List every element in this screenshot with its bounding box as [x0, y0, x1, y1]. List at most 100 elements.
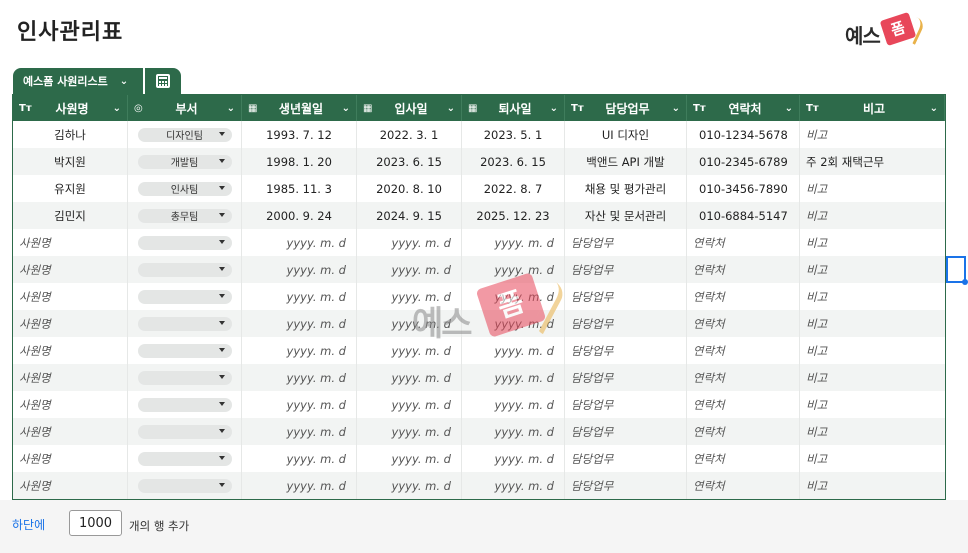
- column-header[interactable]: ▦ 입사일 ⌄: [357, 95, 462, 121]
- row-count-input[interactable]: [69, 510, 122, 536]
- employee-name-cell[interactable]: 사원명: [13, 391, 128, 418]
- leave-date-cell[interactable]: 2023. 5. 1: [462, 121, 565, 148]
- note-cell[interactable]: 비고: [800, 310, 945, 337]
- birthdate-cell[interactable]: 1993. 7. 12: [242, 121, 357, 148]
- department-select[interactable]: [137, 370, 232, 385]
- employee-name-cell[interactable]: 사원명: [13, 445, 128, 472]
- employee-name-cell[interactable]: 사원명: [13, 310, 128, 337]
- join-date-cell[interactable]: yyyy. m. d: [357, 229, 462, 256]
- leave-date-cell[interactable]: yyyy. m. d: [462, 391, 565, 418]
- column-header[interactable]: ▦ 퇴사일 ⌄: [462, 95, 565, 121]
- chevron-down-icon[interactable]: ⌄: [668, 103, 680, 114]
- birthdate-cell[interactable]: yyyy. m. d: [242, 229, 357, 256]
- employee-name-cell[interactable]: 사원명: [13, 364, 128, 391]
- selection-fill-handle[interactable]: [962, 279, 968, 285]
- task-cell[interactable]: 담당업무: [565, 445, 687, 472]
- note-cell[interactable]: 비고: [800, 418, 945, 445]
- department-select[interactable]: [137, 316, 232, 331]
- join-date-cell[interactable]: yyyy. m. d: [357, 364, 462, 391]
- note-cell[interactable]: 비고: [800, 202, 945, 229]
- join-date-cell[interactable]: 2020. 8. 10: [357, 175, 462, 202]
- phone-cell[interactable]: 010-2345-6789: [687, 148, 800, 175]
- department-cell[interactable]: [128, 364, 242, 391]
- department-select[interactable]: [137, 343, 232, 358]
- department-cell[interactable]: [128, 283, 242, 310]
- birthdate-cell[interactable]: 1985. 11. 3: [242, 175, 357, 202]
- join-date-cell[interactable]: yyyy. m. d: [357, 445, 462, 472]
- leave-date-cell[interactable]: yyyy. m. d: [462, 256, 565, 283]
- employee-name-cell[interactable]: 사원명: [13, 418, 128, 445]
- column-header[interactable]: Tт 담당업무 ⌄: [565, 95, 687, 121]
- phone-cell[interactable]: 연락처: [687, 445, 800, 472]
- birthdate-cell[interactable]: 2000. 9. 24: [242, 202, 357, 229]
- chevron-down-icon[interactable]: ⌄: [338, 103, 350, 114]
- department-select[interactable]: 디자인팀: [137, 127, 232, 142]
- note-cell[interactable]: 비고: [800, 364, 945, 391]
- leave-date-cell[interactable]: yyyy. m. d: [462, 310, 565, 337]
- phone-cell[interactable]: 연락처: [687, 472, 800, 499]
- department-cell[interactable]: 인사팀: [128, 175, 242, 202]
- department-cell[interactable]: [128, 418, 242, 445]
- note-cell[interactable]: 비고: [800, 121, 945, 148]
- add-rows-link[interactable]: 하단에: [12, 516, 45, 533]
- birthdate-cell[interactable]: yyyy. m. d: [242, 472, 357, 499]
- join-date-cell[interactable]: 2023. 6. 15: [357, 148, 462, 175]
- leave-date-cell[interactable]: yyyy. m. d: [462, 337, 565, 364]
- calculator-tab[interactable]: [145, 68, 181, 94]
- department-select[interactable]: [137, 235, 232, 250]
- join-date-cell[interactable]: yyyy. m. d: [357, 391, 462, 418]
- department-select[interactable]: [137, 289, 232, 304]
- phone-cell[interactable]: 연락처: [687, 229, 800, 256]
- task-cell[interactable]: 담당업무: [565, 391, 687, 418]
- note-cell[interactable]: 비고: [800, 472, 945, 499]
- department-select[interactable]: 개발팀: [137, 154, 232, 169]
- chevron-down-icon[interactable]: ⌄: [223, 103, 235, 114]
- chevron-down-icon[interactable]: ⌄: [926, 103, 938, 114]
- leave-date-cell[interactable]: yyyy. m. d: [462, 229, 565, 256]
- task-cell[interactable]: 담당업무: [565, 418, 687, 445]
- employee-name-cell[interactable]: 유지원: [13, 175, 128, 202]
- birthdate-cell[interactable]: yyyy. m. d: [242, 445, 357, 472]
- column-header[interactable]: ▦ 생년월일 ⌄: [242, 95, 357, 121]
- join-date-cell[interactable]: 2024. 9. 15: [357, 202, 462, 229]
- department-cell[interactable]: [128, 391, 242, 418]
- department-cell[interactable]: [128, 337, 242, 364]
- column-header[interactable]: ◎ 부서 ⌄: [128, 95, 242, 121]
- department-select[interactable]: 인사팀: [137, 181, 232, 196]
- phone-cell[interactable]: 010-1234-5678: [687, 121, 800, 148]
- birthdate-cell[interactable]: yyyy. m. d: [242, 310, 357, 337]
- department-select[interactable]: [137, 262, 232, 277]
- department-select[interactable]: [137, 478, 232, 493]
- chevron-down-icon[interactable]: ⌄: [443, 103, 455, 114]
- chevron-down-icon[interactable]: ⌄: [120, 76, 128, 87]
- department-cell[interactable]: 총무팀: [128, 202, 242, 229]
- phone-cell[interactable]: 연락처: [687, 337, 800, 364]
- column-header[interactable]: Tт 비고 ⌄: [800, 95, 945, 121]
- birthdate-cell[interactable]: yyyy. m. d: [242, 256, 357, 283]
- leave-date-cell[interactable]: 2025. 12. 23: [462, 202, 565, 229]
- phone-cell[interactable]: 연락처: [687, 364, 800, 391]
- chevron-down-icon[interactable]: ⌄: [109, 103, 121, 114]
- leave-date-cell[interactable]: yyyy. m. d: [462, 364, 565, 391]
- department-select[interactable]: [137, 451, 232, 466]
- note-cell[interactable]: 비고: [800, 391, 945, 418]
- join-date-cell[interactable]: yyyy. m. d: [357, 418, 462, 445]
- employee-name-cell[interactable]: 사원명: [13, 283, 128, 310]
- task-cell[interactable]: 담당업무: [565, 364, 687, 391]
- note-cell[interactable]: 비고: [800, 229, 945, 256]
- department-cell[interactable]: 개발팀: [128, 148, 242, 175]
- department-cell[interactable]: [128, 472, 242, 499]
- employee-name-cell[interactable]: 김하나: [13, 121, 128, 148]
- birthdate-cell[interactable]: yyyy. m. d: [242, 283, 357, 310]
- birthdate-cell[interactable]: yyyy. m. d: [242, 418, 357, 445]
- department-cell[interactable]: [128, 310, 242, 337]
- join-date-cell[interactable]: yyyy. m. d: [357, 256, 462, 283]
- phone-cell[interactable]: 010-3456-7890: [687, 175, 800, 202]
- join-date-cell[interactable]: yyyy. m. d: [357, 472, 462, 499]
- employee-name-cell[interactable]: 사원명: [13, 229, 128, 256]
- birthdate-cell[interactable]: yyyy. m. d: [242, 364, 357, 391]
- employee-name-cell[interactable]: 사원명: [13, 256, 128, 283]
- join-date-cell[interactable]: yyyy. m. d: [357, 337, 462, 364]
- leave-date-cell[interactable]: yyyy. m. d: [462, 445, 565, 472]
- birthdate-cell[interactable]: 1998. 1. 20: [242, 148, 357, 175]
